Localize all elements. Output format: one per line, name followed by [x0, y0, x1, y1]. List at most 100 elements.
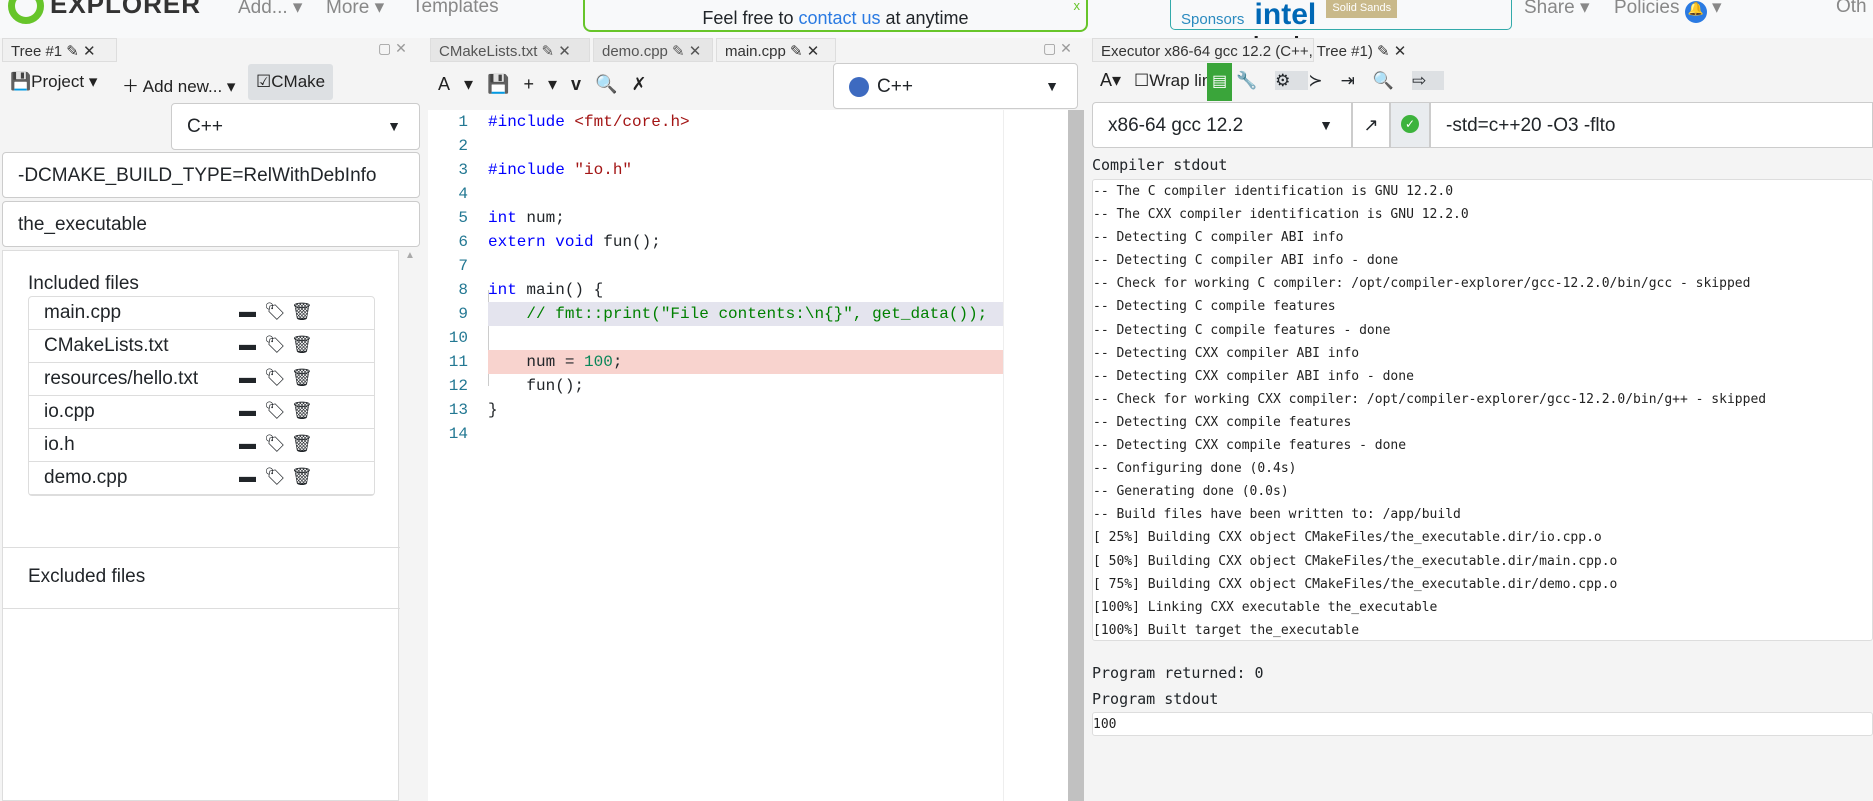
- exclude-icon[interactable]: ▬: [239, 434, 256, 454]
- editor-toolbar: A▾💾+▾v🔍✗: [438, 74, 661, 95]
- exclude-icon[interactable]: ▬: [239, 335, 256, 355]
- line-number: 11: [448, 353, 468, 371]
- cppinsights-icon[interactable]: ✗: [631, 74, 660, 94]
- stdout-line: -- Detecting CXX compile features - done: [1093, 438, 1407, 454]
- font-size-icon[interactable]: A▾: [438, 74, 487, 94]
- tree-panel: Tree #1 ✎ ✕ ▢ ✕ 💾Project ▾ ＋ Add new... …: [0, 38, 422, 801]
- file-name[interactable]: main.cpp: [44, 302, 121, 323]
- tag-icon[interactable]: 🏷: [264, 467, 286, 487]
- other-menu[interactable]: Oth: [1836, 0, 1867, 18]
- file-name[interactable]: resources/hello.txt: [44, 368, 198, 389]
- stdout-line: [100%] Linking CXX executable the_execut…: [1093, 599, 1438, 615]
- logo[interactable]: EXPLORER: [8, 0, 201, 24]
- trash-icon[interactable]: 🗑: [291, 467, 313, 487]
- file-row[interactable]: resources/hello.txt ▬ 🏷 🗑: [29, 363, 374, 396]
- trash-icon[interactable]: 🗑: [291, 302, 313, 322]
- sponsors-box[interactable]: Sponsors intel Solid Sands sonarcloud: [1170, 0, 1512, 57]
- tag-icon[interactable]: 🏷: [264, 302, 286, 322]
- line-number: 2: [458, 137, 468, 155]
- templates-link[interactable]: Templates: [412, 0, 499, 18]
- add-menu[interactable]: Add... ▾: [238, 0, 302, 19]
- search-icon[interactable]: 🔍: [595, 74, 631, 94]
- tab-tree[interactable]: Tree #1 ✎ ✕: [2, 38, 117, 62]
- editor-scrollbar[interactable]: [1068, 110, 1084, 801]
- trash-icon[interactable]: 🗑: [291, 434, 313, 454]
- code-editor[interactable]: #include <fmt/core.h> #include "io.h" in…: [428, 110, 1068, 801]
- trash-icon[interactable]: 🗑: [291, 368, 313, 388]
- trash-icon[interactable]: 🗑: [291, 335, 313, 355]
- compiler-options-input[interactable]: -std=c++20 -O3 -flto: [1430, 102, 1873, 148]
- file-row[interactable]: io.cpp ▬ 🏷 🗑: [29, 396, 374, 429]
- notice-banner: Feel free to contact us at anytime x: [583, 0, 1088, 32]
- success-check-icon: ✓: [1390, 102, 1430, 148]
- more-menu[interactable]: More ▾: [326, 0, 384, 19]
- exclude-icon[interactable]: ▬: [239, 467, 256, 487]
- line-number: 1: [458, 113, 468, 131]
- bell-icon: 🔔: [1684, 1, 1707, 23]
- stdout-line: -- Detecting C compiler ABI info - done: [1093, 253, 1399, 269]
- file-name[interactable]: io.cpp: [44, 401, 95, 422]
- file-row[interactable]: demo.cpp ▬ 🏷 🗑: [29, 462, 374, 495]
- share-menu[interactable]: Share ▾: [1524, 0, 1590, 19]
- compiler-select[interactable]: x86-64 gcc 12.2 ▼: [1092, 102, 1352, 148]
- tab-demo-cpp[interactable]: demo.cpp ✎ ✕: [593, 38, 713, 62]
- tab-main-cpp[interactable]: main.cpp ✎ ✕: [716, 38, 836, 62]
- maximize-icon[interactable]: ▢ ✕: [1043, 40, 1072, 57]
- included-files-list: main.cpp ▬ 🏷 🗑 CMakeLists.txt ▬ 🏷 🗑 resources/he…: [28, 296, 375, 496]
- program-stdout: 100: [1092, 712, 1873, 736]
- tab-cmakelists[interactable]: CMakeLists.txt ✎ ✕: [430, 38, 590, 62]
- file-row[interactable]: io.h ▬ 🏷 🗑: [29, 429, 374, 462]
- line-number: 5: [458, 209, 468, 227]
- tag-icon[interactable]: 🏷: [264, 368, 286, 388]
- contact-us-link[interactable]: contact us: [798, 8, 880, 28]
- trash-icon[interactable]: 🗑: [291, 401, 313, 421]
- exclude-icon[interactable]: ▬: [239, 302, 256, 322]
- add-new-menu[interactable]: ＋ Add new... ▾: [122, 72, 235, 97]
- target-input[interactable]: the_executable: [2, 201, 420, 247]
- tag-icon[interactable]: 🏷: [264, 434, 286, 454]
- stdout-line: [100%] Built target the_executable: [1093, 622, 1360, 638]
- file-name[interactable]: demo.cpp: [44, 467, 127, 488]
- gears-icon[interactable]: ⚙: [1275, 71, 1309, 90]
- stdin-icon[interactable]: ⇥: [1341, 71, 1373, 90]
- line-number: 9: [458, 305, 468, 323]
- language-select[interactable]: C++ ▼: [171, 103, 420, 150]
- font-size-button[interactable]: A▾: [1100, 70, 1121, 91]
- tag-icon[interactable]: 🏷: [264, 401, 286, 421]
- exclude-icon[interactable]: ▬: [239, 368, 256, 388]
- maximize-icon[interactable]: ▢ ✕: [378, 40, 407, 57]
- save-icon[interactable]: 💾: [487, 74, 523, 94]
- minimap[interactable]: [1003, 110, 1068, 801]
- output-icon[interactable]: ⇨: [1412, 71, 1445, 90]
- stdout-line: -- Detecting C compile features: [1093, 299, 1336, 315]
- tab-executor[interactable]: Executor x86-64 gcc 12.2 (C++, Tree #1) …: [1092, 38, 1406, 62]
- terminal-icon[interactable]: ≻: [1308, 71, 1340, 90]
- line-number: 10: [448, 329, 468, 347]
- file-name[interactable]: io.h: [44, 434, 75, 455]
- popout-icon[interactable]: ↗: [1352, 102, 1390, 148]
- exclude-icon[interactable]: ▬: [239, 401, 256, 421]
- file-row[interactable]: CMakeLists.txt ▬ 🏷 🗑: [29, 330, 374, 363]
- cmake-toggle[interactable]: ☑CMake: [248, 64, 334, 100]
- wrench-icon[interactable]: 🔧: [1236, 71, 1275, 90]
- add-icon[interactable]: +▾: [523, 74, 571, 94]
- file-name[interactable]: CMakeLists.txt: [44, 335, 169, 356]
- stdout-line: -- Detecting CXX compiler ABI info: [1093, 345, 1360, 361]
- file-row[interactable]: main.cpp ▬ 🏷 🗑: [29, 297, 374, 330]
- stdout-line: -- Configuring done (0.4s): [1093, 461, 1297, 477]
- stdout-line: -- Generating done (0.0s): [1093, 484, 1289, 500]
- policies-menu[interactable]: Policies 🔔 ▾: [1614, 0, 1722, 23]
- executor-panel: Executor x86-64 gcc 12.2 (C++, Tree #1) …: [1090, 38, 1873, 801]
- compiler-output-button[interactable]: ▤: [1207, 63, 1232, 101]
- files-scrollbar[interactable]: ▲: [400, 250, 420, 801]
- sponsor-intel: intel: [1254, 0, 1317, 31]
- cmake-args-input[interactable]: -DCMAKE_BUILD_TYPE=RelWithDebInfo: [2, 152, 420, 198]
- stdout-line: -- Detecting C compile features - done: [1093, 322, 1391, 338]
- search-icon[interactable]: 🔍: [1373, 71, 1412, 90]
- vim-icon[interactable]: v: [571, 74, 595, 94]
- line-number: 4: [458, 185, 468, 203]
- tag-icon[interactable]: 🏷: [264, 335, 286, 355]
- close-notice-button[interactable]: x: [1074, 0, 1081, 13]
- editor-language-select[interactable]: C++ ▼: [833, 63, 1078, 109]
- project-menu[interactable]: 💾Project ▾: [10, 72, 97, 92]
